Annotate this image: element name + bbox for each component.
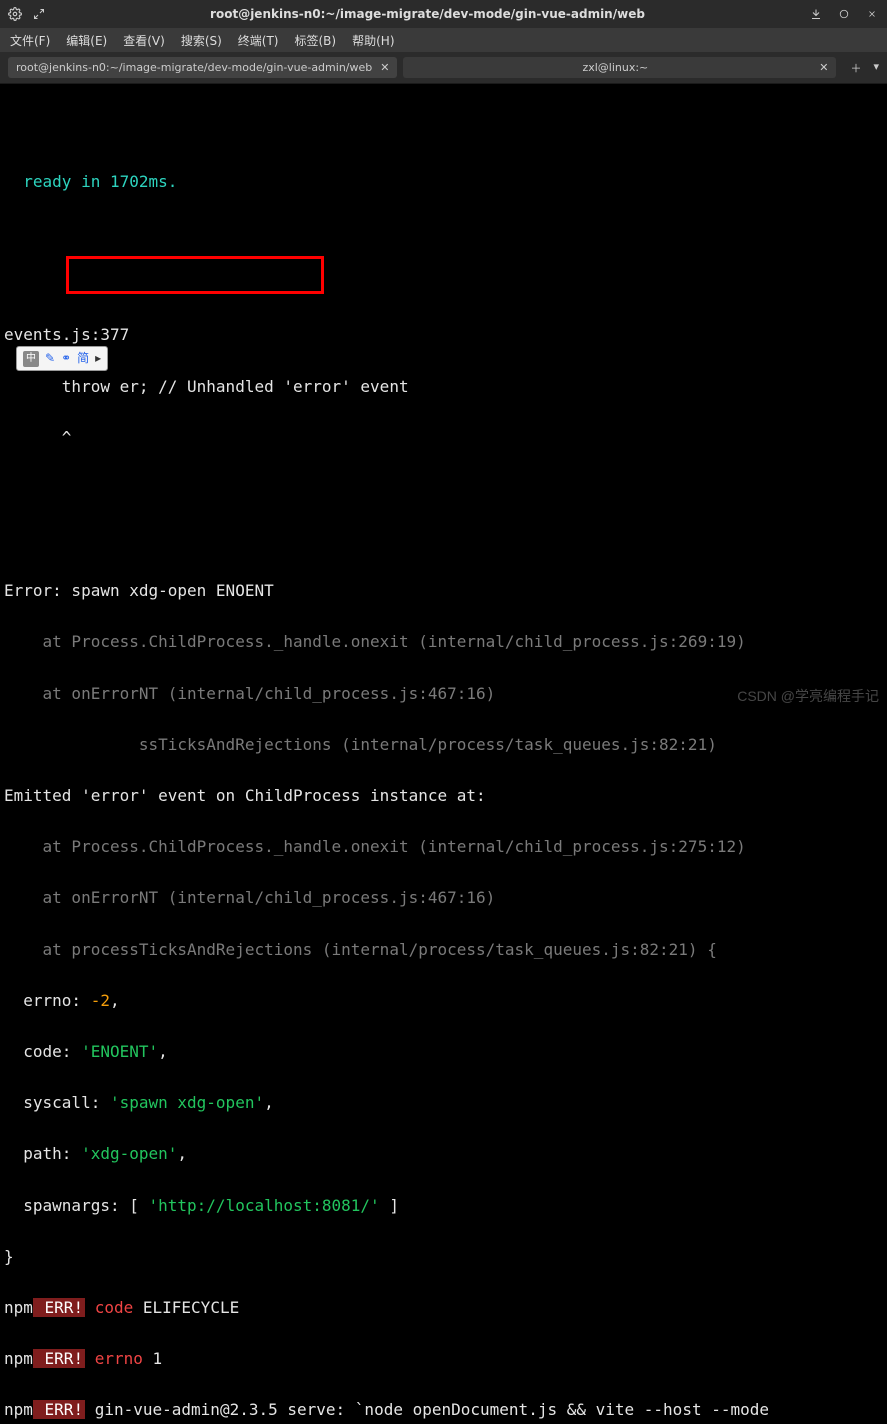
- tab-close-icon[interactable]: ✕: [380, 61, 389, 74]
- close-brace: }: [4, 1244, 883, 1270]
- window-titlebar: root@jenkins-n0:~/image-migrate/dev-mode…: [0, 0, 887, 28]
- close-icon[interactable]: [865, 7, 879, 21]
- ime-link-icon: ⚭: [61, 349, 71, 368]
- error-prop-line: code: 'ENOENT',: [4, 1039, 883, 1065]
- tab-inactive[interactable]: zxl@linux:~ ✕: [403, 57, 836, 78]
- minimize-icon[interactable]: [809, 7, 823, 21]
- ime-arrow-icon: ▸: [95, 349, 101, 368]
- events-line: events.js:377: [4, 322, 883, 348]
- menubar: 文件(F) 编辑(E) 查看(V) 搜索(S) 终端(T) 标签(B) 帮助(H…: [0, 28, 887, 52]
- ime-mode-badge: 中: [23, 351, 39, 367]
- stack-trace-line: at onErrorNT (internal/child_process.js:…: [4, 681, 883, 707]
- ime-lang-label: 简: [77, 349, 89, 368]
- stack-trace-line: ssTicksAndRejections (internal/process/t…: [4, 732, 883, 758]
- tab-active[interactable]: root@jenkins-n0:~/image-migrate/dev-mode…: [8, 57, 397, 78]
- tab-menu-icon[interactable]: ▾: [873, 60, 879, 76]
- menu-terminal[interactable]: 终端(T): [232, 30, 285, 51]
- menu-view[interactable]: 查看(V): [117, 30, 171, 51]
- caret-line: ^: [4, 425, 883, 451]
- npm-err-line: npm ERR! errno 1: [4, 1346, 883, 1372]
- stack-trace-line: at processTicksAndRejections (internal/p…: [4, 937, 883, 963]
- expand-icon[interactable]: [32, 7, 46, 21]
- tab-inactive-label: zxl@linux:~: [582, 61, 648, 74]
- error-prop-line: path: 'xdg-open',: [4, 1141, 883, 1167]
- ime-pencil-icon: ✎: [45, 349, 55, 368]
- menu-file[interactable]: 文件(F): [4, 30, 56, 51]
- tab-active-label: root@jenkins-n0:~/image-migrate/dev-mode…: [16, 61, 372, 74]
- ime-input-widget[interactable]: 中 ✎ ⚭ 简 ▸: [16, 346, 108, 371]
- window-title: root@jenkins-n0:~/image-migrate/dev-mode…: [46, 7, 809, 21]
- ready-text: ready in 1702ms.: [4, 172, 177, 191]
- terminal-output[interactable]: ready in 1702ms. events.js:377 throw er;…: [0, 84, 887, 1424]
- stack-trace-line: at Process.ChildProcess._handle.onexit (…: [4, 629, 883, 655]
- menu-edit[interactable]: 编辑(E): [60, 30, 113, 51]
- settings-icon[interactable]: [8, 7, 22, 21]
- npm-err-line: npm ERR! code ELIFECYCLE: [4, 1295, 883, 1321]
- throw-line: throw er; // Unhandled 'error' event: [4, 374, 883, 400]
- error-line: Error: spawn xdg-open ENOENT: [4, 578, 883, 604]
- stack-trace-line: at onErrorNT (internal/child_process.js:…: [4, 885, 883, 911]
- npm-err-line: npm ERR! gin-vue-admin@2.3.5 serve: `nod…: [4, 1397, 883, 1423]
- error-prop-line: syscall: 'spawn xdg-open',: [4, 1090, 883, 1116]
- stack-trace-line: at Process.ChildProcess._handle.onexit (…: [4, 834, 883, 860]
- emitted-line: Emitted 'error' event on ChildProcess in…: [4, 783, 883, 809]
- menu-help[interactable]: 帮助(H): [346, 30, 400, 51]
- error-prop-line: errno: -2,: [4, 988, 883, 1014]
- menu-tabs[interactable]: 标签(B): [289, 30, 343, 51]
- error-prop-line: spawnargs: [ 'http://localhost:8081/' ]: [4, 1193, 883, 1219]
- tab-add-icon[interactable]: ＋: [850, 60, 861, 76]
- maximize-icon[interactable]: [837, 7, 851, 21]
- tabbar: root@jenkins-n0:~/image-migrate/dev-mode…: [0, 52, 887, 84]
- menu-search[interactable]: 搜索(S): [175, 30, 228, 51]
- tab-close-icon[interactable]: ✕: [819, 61, 828, 74]
